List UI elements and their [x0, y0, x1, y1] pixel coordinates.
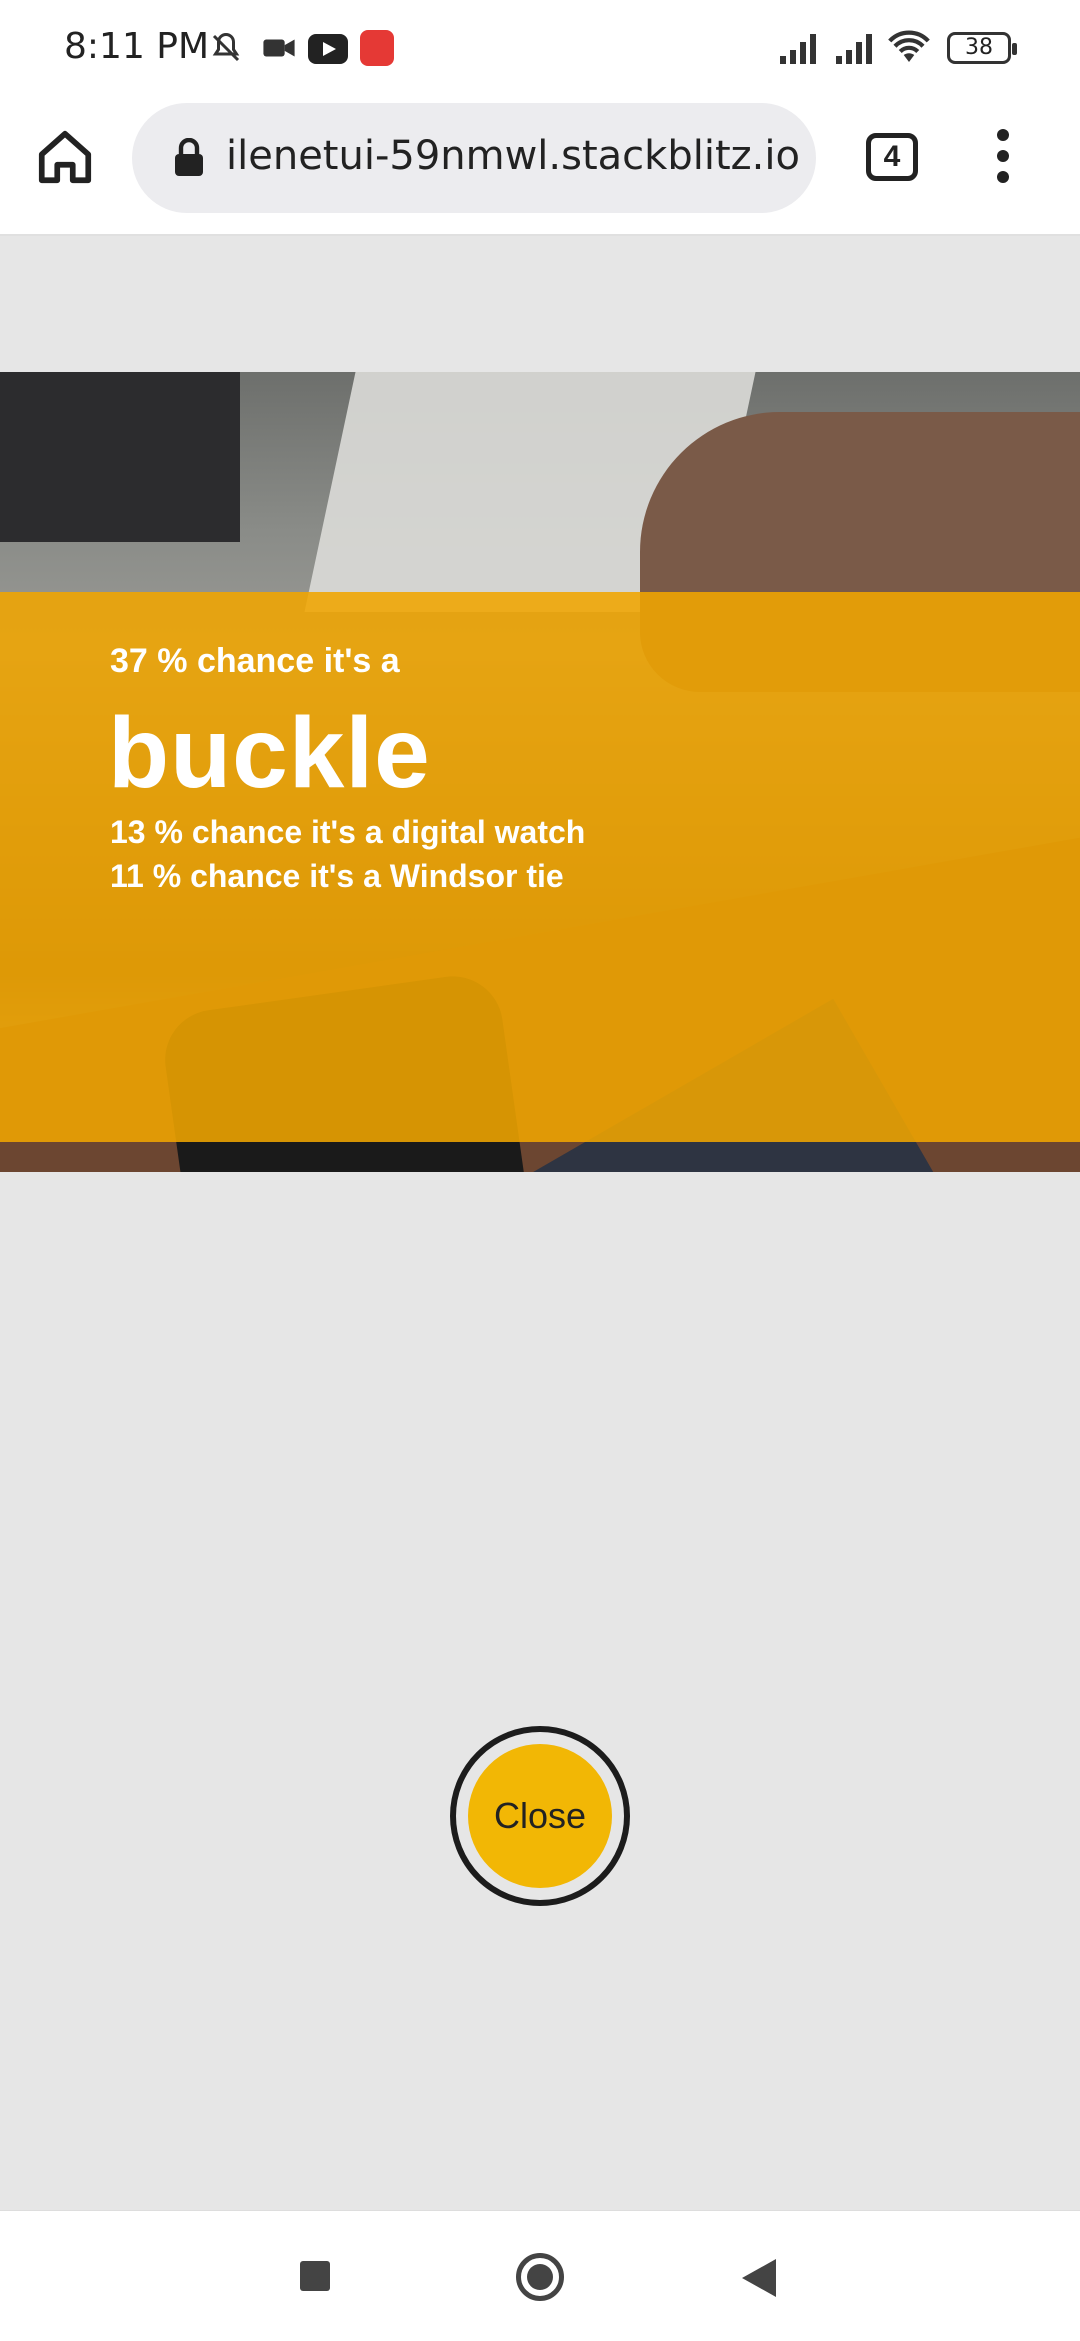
signal-icon: [780, 34, 816, 64]
prediction-top-line: 37 % chance it's a: [110, 642, 400, 680]
video-camera-icon: [263, 39, 295, 57]
youtube-icon: [308, 34, 348, 64]
camera-photo: 37 % chance it's a buckle 13 % chance it…: [0, 372, 1080, 1172]
close-button-label[interactable]: Close: [468, 1744, 612, 1888]
page-content: 37 % chance it's a buckle 13 % chance it…: [0, 236, 1080, 2210]
battery-indicator: 38: [947, 32, 1017, 64]
address-bar[interactable]: ilenetui-59nmwl.stackblitz.io: [132, 103, 816, 213]
wifi-icon: [888, 30, 930, 62]
prediction-line: 13 % chance it's a digital watch: [110, 814, 586, 850]
app-notification-icon: [360, 30, 394, 66]
signal-icon: [836, 34, 872, 64]
system-nav-bar: [0, 2210, 1080, 2341]
lock-icon: [175, 138, 203, 176]
more-vert-icon[interactable]: [985, 124, 1021, 190]
back-triangle-icon[interactable]: [742, 2259, 776, 2297]
home-circle-icon[interactable]: [516, 2253, 564, 2301]
status-bar: 8:11 PM 38: [0, 0, 1080, 96]
status-time: 8:11 PM: [64, 26, 210, 67]
home-icon[interactable]: [34, 126, 96, 188]
prediction-top-label: buckle: [108, 697, 431, 809]
muted-bell-icon: [212, 32, 240, 62]
close-button[interactable]: Close: [450, 1726, 630, 1906]
tab-switcher-button[interactable]: 4: [866, 133, 918, 181]
prediction-line: 11 % chance it's a Windsor tie: [110, 858, 564, 894]
recents-square-icon[interactable]: [300, 2261, 330, 2291]
url-text[interactable]: ilenetui-59nmwl.stackblitz.io: [226, 133, 800, 179]
browser-toolbar: ilenetui-59nmwl.stackblitz.io 4: [0, 96, 1080, 236]
prediction-overlay: 37 % chance it's a buckle 13 % chance it…: [0, 592, 1080, 1142]
